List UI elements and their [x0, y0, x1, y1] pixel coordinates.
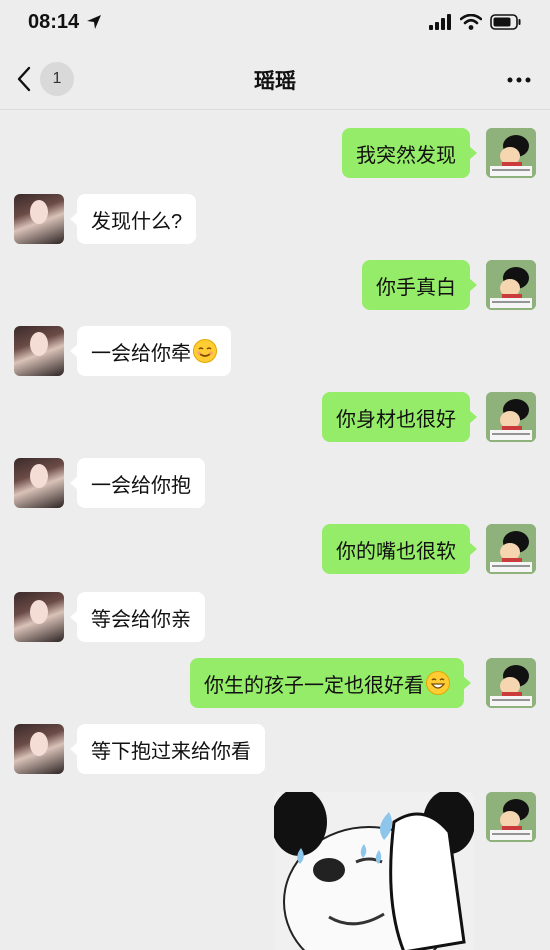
message-bubble-sent[interactable]: 我突然发现 — [342, 128, 477, 178]
message-bubble-received[interactable]: 等会给你亲 — [70, 592, 205, 642]
my-avatar[interactable] — [486, 392, 536, 442]
message-text: 等下抱过来给你看 — [91, 740, 251, 763]
message-bubble-sent[interactable]: 你身材也很好 — [322, 392, 477, 442]
chevron-left-icon[interactable] — [16, 65, 32, 93]
more-dots-icon[interactable] — [506, 68, 532, 92]
message-bubble-sent[interactable]: 你的嘴也很软 — [322, 524, 477, 574]
message-text: 发现什么? — [91, 210, 183, 233]
status-bar: 08:14 — [0, 0, 550, 44]
message-text: 你身材也很好 — [336, 408, 456, 431]
message-text: 一会给你抱 — [91, 474, 191, 497]
my-avatar[interactable] — [486, 260, 536, 310]
message-text: 你生的孩子一定也很好看 — [204, 674, 424, 697]
message-text: 你的嘴也很软 — [336, 540, 456, 563]
contact-avatar[interactable] — [14, 194, 64, 244]
wifi-icon — [460, 14, 482, 30]
message-bubble-received[interactable]: 一会给你牵 — [70, 326, 231, 376]
battery-icon — [490, 14, 521, 30]
my-avatar[interactable] — [486, 658, 536, 708]
status-icons — [428, 14, 522, 30]
message-bubble-received[interactable]: 发现什么? — [69, 194, 197, 244]
back-button[interactable]: 1 — [16, 62, 74, 96]
chat-header: 1 瑶瑶 — [0, 50, 550, 110]
contact-avatar[interactable] — [14, 458, 64, 508]
message-text: 你手真白 — [376, 276, 456, 299]
message-text: 一会给你牵 — [91, 342, 191, 365]
unread-count-badge[interactable]: 1 — [40, 62, 74, 96]
message-bubble-sent[interactable]: 你手真白 — [362, 260, 477, 310]
my-avatar[interactable] — [486, 792, 536, 842]
message-bubble-sent[interactable]: 你生的孩子一定也很好看 — [190, 658, 471, 708]
message-bubble-received[interactable]: 等下抱过来给你看 — [70, 724, 265, 774]
chat-title: 瑶瑶 — [254, 69, 296, 93]
location-arrow-icon — [87, 15, 102, 29]
status-time: 08:14 — [28, 10, 80, 33]
message-text: 我突然发现 — [356, 144, 456, 167]
grinning-face-icon — [426, 671, 450, 695]
contact-avatar[interactable] — [14, 724, 64, 774]
message-text: 等会给你亲 — [91, 608, 191, 631]
status-time-group: 08:14 — [28, 11, 103, 34]
contact-avatar[interactable] — [14, 592, 64, 642]
contact-avatar[interactable] — [14, 326, 64, 376]
panda-meme-sticker-icon[interactable] — [274, 792, 474, 950]
message-bubble-received[interactable]: 一会给你抱 — [70, 458, 205, 508]
smiling-face-icon — [193, 339, 217, 363]
my-avatar[interactable] — [486, 524, 536, 574]
signal-icon — [429, 14, 451, 30]
my-avatar[interactable] — [486, 128, 536, 178]
